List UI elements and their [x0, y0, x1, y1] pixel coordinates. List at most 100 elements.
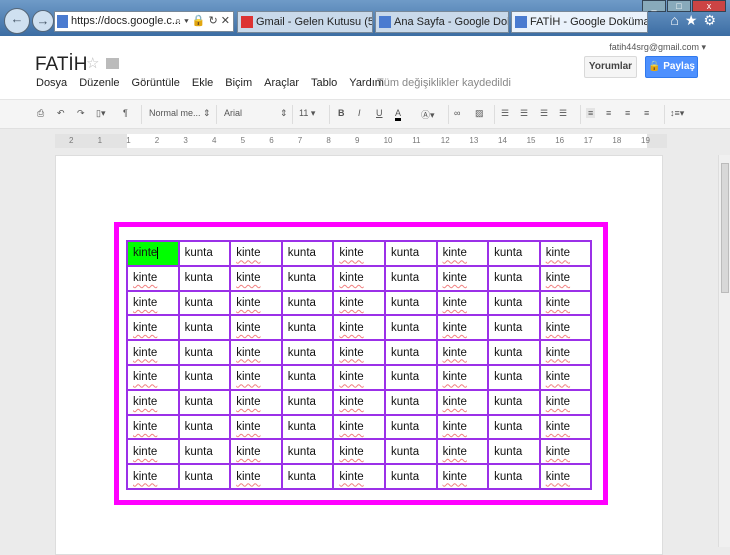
increase-indent-icon[interactable]: ☰: [559, 108, 567, 119]
table-cell[interactable]: kinte: [229, 388, 283, 416]
redo-icon[interactable]: ↷: [77, 108, 85, 119]
table-cell[interactable]: kinte: [538, 363, 593, 391]
table-cell[interactable]: kunta: [487, 264, 541, 292]
table-cell[interactable]: kinte: [332, 413, 386, 441]
font-select[interactable]: Arial: [224, 108, 284, 118]
table-cell[interactable]: kinte: [538, 438, 593, 466]
align-right-icon[interactable]: ≡: [625, 108, 630, 118]
table-cell[interactable]: kinte: [538, 388, 593, 416]
undo-icon[interactable]: ↶: [57, 108, 65, 119]
table-cell[interactable]: kinte: [126, 438, 180, 466]
italic-icon[interactable]: I: [358, 108, 361, 118]
table-cell[interactable]: kunta: [383, 413, 438, 441]
table-cell[interactable]: kunta: [383, 463, 438, 490]
table-cell[interactable]: kunta: [177, 413, 232, 441]
table-cell[interactable]: kunta: [487, 240, 541, 267]
table-cell[interactable]: kinte: [435, 314, 490, 342]
table-cell[interactable]: kunta: [383, 339, 438, 366]
bulleted-list-icon[interactable]: ☰: [520, 108, 528, 119]
table-cell[interactable]: kunta: [177, 463, 232, 490]
table-cell[interactable]: kinte: [435, 339, 490, 366]
back-button[interactable]: ←: [4, 8, 30, 34]
table-cell[interactable]: kunta: [383, 264, 438, 292]
table-cell[interactable]: kinte: [332, 314, 386, 342]
table-cell[interactable]: kinte: [435, 363, 490, 391]
ruler[interactable]: 2 1 1 2 3 4 5 6 7 8 9 10 11 12 13 14 15 16 17 18 19: [55, 134, 667, 148]
bold-icon[interactable]: B: [338, 108, 345, 118]
table-cell[interactable]: kinte: [332, 264, 386, 292]
table-cell[interactable]: kunta: [280, 388, 335, 416]
menu-bicim[interactable]: Biçim: [225, 77, 252, 89]
table-cell[interactable]: kunta: [280, 264, 335, 292]
table-cell[interactable]: kunta: [177, 339, 232, 366]
gear-icon[interactable]: ⚙: [703, 12, 722, 28]
table-cell[interactable]: kinte: [126, 463, 180, 490]
table-cell[interactable]: kinte: [538, 413, 593, 441]
table-cell[interactable]: kinte: [126, 240, 180, 267]
table-cell[interactable]: kunta: [280, 363, 335, 391]
table-cell[interactable]: kinte: [538, 463, 593, 490]
account-menu[interactable]: fatih44srg@gmail.com ▾: [609, 42, 706, 53]
table-cell[interactable]: kinte: [435, 264, 490, 292]
maximize-button[interactable]: □: [667, 0, 691, 12]
table-cell[interactable]: kunta: [280, 463, 335, 490]
table-cell[interactable]: kinte: [229, 240, 283, 267]
tab-docs-home[interactable]: Ana Sayfa - Google Doküm...: [375, 11, 509, 33]
numbered-list-icon[interactable]: ☰: [501, 108, 509, 119]
table-cell[interactable]: kunta: [280, 240, 335, 267]
star-icon[interactable]: ☆: [86, 54, 99, 72]
table-cell[interactable]: kinte: [332, 438, 386, 466]
table-cell[interactable]: kinte: [332, 339, 386, 366]
table-cell[interactable]: kunta: [177, 240, 232, 267]
align-center-icon[interactable]: ≡: [606, 108, 611, 118]
menu-duzenle[interactable]: Düzenle: [79, 77, 119, 89]
table-cell[interactable]: kinte: [229, 413, 283, 441]
forward-button[interactable]: →: [32, 10, 54, 32]
table-cell[interactable]: kinte: [126, 388, 180, 416]
table-cell[interactable]: kunta: [383, 438, 438, 466]
underline-icon[interactable]: U: [376, 108, 383, 118]
menu-tablo[interactable]: Tablo: [311, 77, 337, 89]
table-cell[interactable]: kunta: [177, 388, 232, 416]
vertical-scrollbar[interactable]: [718, 155, 730, 547]
table-cell[interactable]: kunta: [280, 289, 335, 317]
table-cell[interactable]: kunta: [487, 363, 541, 391]
table-cell[interactable]: kinte: [126, 363, 180, 391]
table-cell[interactable]: kinte: [332, 363, 386, 391]
table-cell[interactable]: kunta: [280, 314, 335, 342]
tab-fatih[interactable]: FATİH - Google Dokümа...: [511, 11, 648, 33]
align-left-icon[interactable]: ≡: [586, 108, 596, 118]
table-cell[interactable]: kinte: [126, 264, 180, 292]
table-cell[interactable]: kinte: [126, 289, 180, 317]
table-cell[interactable]: kunta: [487, 339, 541, 366]
style-select[interactable]: Normal me... ⇕: [149, 108, 211, 119]
highlight-color-icon[interactable]: Ⓐ▾: [421, 108, 435, 121]
image-icon[interactable]: ▨: [475, 108, 484, 119]
table-cell[interactable]: kinte: [538, 264, 593, 292]
folder-icon[interactable]: [106, 58, 119, 69]
table-cell[interactable]: kunta: [177, 264, 232, 292]
address-tools[interactable]: ⌕ ▾ 🔒 ↻ ✕: [175, 12, 230, 31]
menu-dosya[interactable]: Dosya: [36, 77, 67, 89]
table-cell[interactable]: kunta: [177, 363, 232, 391]
table-cell[interactable]: kunta: [487, 388, 541, 416]
favorites-star-icon[interactable]: ★: [685, 12, 704, 28]
table-cell[interactable]: kinte: [435, 438, 490, 466]
paste-icon[interactable]: ▯▾: [96, 108, 105, 119]
menu-goruntule[interactable]: Görüntüle: [132, 77, 180, 89]
table-cell[interactable]: kinte: [538, 289, 593, 317]
table-cell[interactable]: kunta: [383, 388, 438, 416]
document-table[interactable]: kinte kunta kinte kunta kinte kunta kinte kunta…: [126, 240, 593, 490]
paint-format-icon[interactable]: ¶: [123, 108, 128, 118]
table-cell[interactable]: kunta: [280, 413, 335, 441]
table-cell[interactable]: kinte: [229, 314, 283, 342]
table-cell[interactable]: kinte: [538, 314, 593, 342]
print-icon[interactable]: ⎙: [37, 108, 44, 119]
table-cell[interactable]: kinte: [332, 289, 386, 317]
font-select-arrow-icon[interactable]: ⇕: [280, 108, 288, 119]
table-cell[interactable]: kinte: [538, 240, 593, 267]
document-title[interactable]: FATİH: [35, 54, 87, 76]
decrease-indent-icon[interactable]: ☰: [540, 108, 548, 119]
table-cell[interactable]: kinte: [229, 463, 283, 490]
table-cell[interactable]: kinte: [538, 339, 593, 366]
